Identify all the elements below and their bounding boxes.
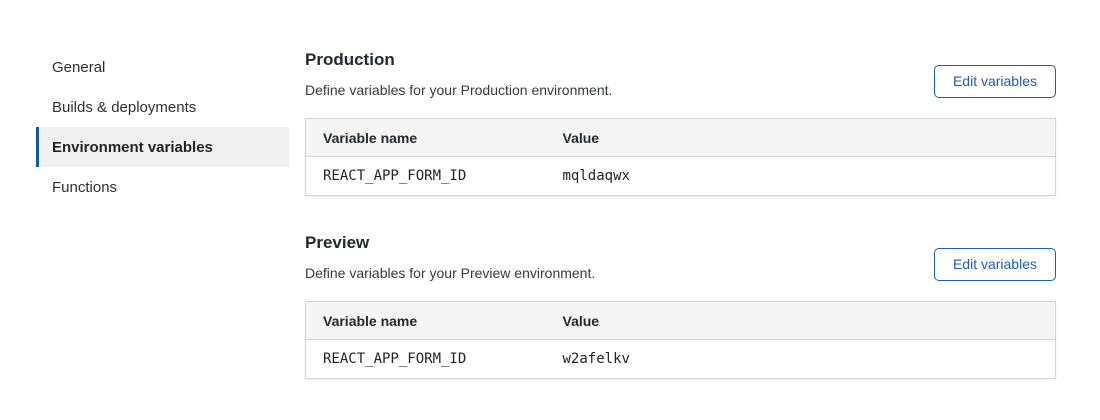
table-header-row: Variable name Value bbox=[306, 119, 1056, 157]
section-title-production: Production bbox=[305, 50, 612, 70]
variable-value-cell: mqldaqwx bbox=[546, 157, 1056, 196]
variable-name-cell: REACT_APP_FORM_ID bbox=[306, 340, 546, 379]
column-header-value: Value bbox=[546, 302, 1056, 340]
table-row: REACT_APP_FORM_ID mqldaqwx bbox=[306, 157, 1056, 196]
variable-value-cell: w2afelkv bbox=[546, 340, 1056, 379]
preview-section: Preview Define variables for your Previe… bbox=[305, 233, 1056, 379]
production-section-header: Production Define variables for your Pro… bbox=[305, 50, 1056, 98]
preview-section-header: Preview Define variables for your Previe… bbox=[305, 233, 1056, 281]
sidebar-item-environment-variables[interactable]: Environment variables bbox=[36, 127, 289, 167]
environment-variables-content: Production Define variables for your Pro… bbox=[305, 50, 1056, 416]
sidebar-item-label: Builds & deployments bbox=[52, 99, 196, 116]
preview-section-text: Preview Define variables for your Previe… bbox=[305, 233, 595, 281]
sidebar-item-label: General bbox=[52, 59, 105, 76]
sidebar-item-general[interactable]: General bbox=[36, 47, 289, 87]
column-header-variable-name: Variable name bbox=[306, 119, 546, 157]
production-variables-table: Variable name Value REACT_APP_FORM_ID mq… bbox=[305, 118, 1056, 196]
table-row: REACT_APP_FORM_ID w2afelkv bbox=[306, 340, 1056, 379]
section-description-production: Define variables for your Production env… bbox=[305, 82, 612, 98]
section-description-preview: Define variables for your Preview enviro… bbox=[305, 265, 595, 281]
edit-variables-button-preview[interactable]: Edit variables bbox=[934, 248, 1056, 281]
sidebar-item-label: Environment variables bbox=[52, 139, 213, 156]
settings-page: General Builds & deployments Environment… bbox=[0, 0, 1100, 416]
column-header-variable-name: Variable name bbox=[306, 302, 546, 340]
variable-name-cell: REACT_APP_FORM_ID bbox=[306, 157, 546, 196]
table-header-row: Variable name Value bbox=[306, 302, 1056, 340]
column-header-value: Value bbox=[546, 119, 1056, 157]
production-section: Production Define variables for your Pro… bbox=[305, 50, 1056, 196]
section-title-preview: Preview bbox=[305, 233, 595, 253]
production-section-text: Production Define variables for your Pro… bbox=[305, 50, 612, 98]
sidebar-item-builds-deployments[interactable]: Builds & deployments bbox=[36, 87, 289, 127]
sidebar-item-functions[interactable]: Functions bbox=[36, 167, 289, 207]
preview-variables-table: Variable name Value REACT_APP_FORM_ID w2… bbox=[305, 301, 1056, 379]
edit-variables-button-production[interactable]: Edit variables bbox=[934, 65, 1056, 98]
sidebar-item-label: Functions bbox=[52, 179, 117, 196]
settings-sidebar: General Builds & deployments Environment… bbox=[36, 47, 289, 416]
